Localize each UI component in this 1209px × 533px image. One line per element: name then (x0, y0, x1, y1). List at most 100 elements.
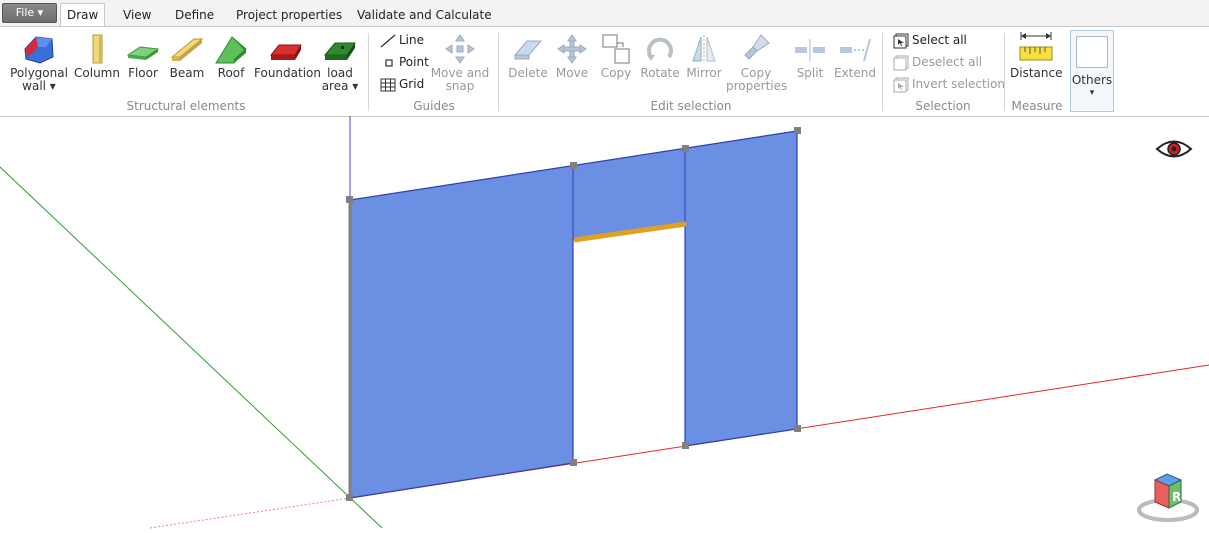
beam-button[interactable]: Beam (166, 33, 208, 80)
vertex-handle[interactable] (346, 494, 353, 501)
column-icon (92, 34, 103, 64)
move-label: Move (555, 66, 589, 80)
vertex-handle[interactable] (570, 162, 577, 169)
ruler-icon (1019, 32, 1053, 61)
y-axis-line (0, 166, 383, 529)
invert-selection-label: Invert selection (912, 77, 1006, 91)
load-area-label-2: area ▾ (321, 79, 359, 93)
deselect-all-icon (893, 55, 909, 70)
brush-icon (744, 34, 770, 60)
roof-label: Roof (217, 66, 245, 80)
line-button[interactable]: Line (379, 30, 424, 50)
point-button[interactable]: Point (381, 52, 429, 72)
structural-elements-group-label: Structural elements (126, 99, 246, 113)
grid-label: Grid (399, 77, 425, 91)
deselect-all-label: Deselect all (912, 55, 983, 69)
view-cube-face-label: R (1172, 490, 1181, 504)
separator (882, 33, 883, 111)
floor-label: Floor (128, 66, 158, 80)
move-and-snap-label-2: snap (445, 79, 475, 93)
polygonal-wall-icon (24, 36, 54, 64)
tab-draw[interactable]: Draw (60, 3, 106, 28)
copy-properties-label-2: properties (726, 79, 788, 93)
mirror-label: Mirror (686, 66, 722, 80)
polygonal-wall-label-2: wall ▾ (22, 79, 56, 93)
rotate-icon (647, 37, 673, 61)
separator (368, 33, 369, 111)
load-area-icon (323, 42, 356, 60)
separator (498, 33, 499, 111)
visibility-eye-icon[interactable] (1155, 136, 1193, 162)
load-area-button[interactable]: load area ▾ (320, 33, 360, 93)
beam-icon (170, 38, 204, 61)
tab-define[interactable]: Define (169, 4, 220, 26)
column-label: Column (74, 66, 120, 80)
others-dropdown-arrow: ▾ (1089, 88, 1095, 98)
vertex-handle[interactable] (570, 459, 577, 466)
select-all-label: Select all (912, 33, 967, 47)
vertex-handle[interactable] (346, 196, 353, 203)
eraser-icon (513, 40, 543, 60)
3d-viewport[interactable] (0, 116, 1209, 533)
file-menu-button[interactable]: File ▾ (2, 3, 57, 23)
move-button[interactable]: Move (552, 33, 592, 80)
floor-icon (126, 46, 160, 60)
point-icon (385, 58, 393, 67)
split-label: Split (796, 66, 824, 80)
roof-icon (215, 36, 247, 64)
move-and-snap-button[interactable]: Move and snap (430, 33, 490, 93)
split-button[interactable]: Split (790, 33, 830, 80)
vertex-handle[interactable] (794, 425, 801, 432)
extend-label: Extend (834, 66, 876, 80)
ribbon: Polygonal wall ▾ Column Floor Beam Roof (0, 26, 1209, 117)
vertex-handle[interactable] (682, 442, 689, 449)
line-icon (380, 34, 396, 47)
select-all-icon (893, 33, 909, 48)
mirror-icon (692, 35, 716, 63)
invert-selection-icon (893, 77, 909, 92)
invert-selection-button[interactable]: Invert selection (892, 74, 1005, 94)
mirror-button[interactable]: Mirror (684, 33, 724, 80)
others-label: Others (1071, 73, 1113, 87)
extend-icon (840, 38, 871, 62)
foundation-button[interactable]: Foundation (254, 33, 321, 80)
distance-label: Distance (1010, 66, 1063, 80)
foundation-label: Foundation (254, 66, 321, 80)
tab-view[interactable]: View (117, 4, 157, 26)
delete-label: Delete (508, 66, 548, 80)
floor-button[interactable]: Floor (123, 33, 163, 80)
move-and-snap-icon (445, 34, 475, 64)
vertex-handle[interactable] (682, 145, 689, 152)
copy-label: Copy (600, 66, 632, 80)
tab-validate-and-calculate[interactable]: Validate and Calculate (351, 4, 498, 26)
measure-group-label: Measure (1011, 99, 1063, 113)
vertex-handle[interactable] (794, 127, 801, 134)
select-all-button[interactable]: Select all (892, 30, 967, 50)
delete-button[interactable]: Delete (508, 33, 548, 80)
roof-button[interactable]: Roof (211, 33, 251, 80)
polygonal-wall-button[interactable]: Polygonal wall ▾ (8, 33, 70, 93)
distance-button[interactable]: Distance (1010, 31, 1062, 80)
foundation-icon (269, 44, 302, 60)
move-icon (557, 34, 587, 64)
copy-icon (602, 34, 630, 64)
selection-group-label: Selection (915, 99, 971, 113)
column-button[interactable]: Column (73, 33, 121, 80)
edit-selection-group-label: Edit selection (650, 99, 732, 113)
extend-button[interactable]: Extend (834, 33, 876, 80)
beam-label: Beam (169, 66, 205, 80)
others-placeholder-icon (1076, 36, 1108, 68)
grid-button[interactable]: Grid (379, 74, 424, 94)
guides-group-label: Guides (413, 99, 455, 113)
tab-bar: File ▾ Draw View Define Project properti… (0, 0, 1209, 28)
deselect-all-button[interactable]: Deselect all (892, 52, 982, 72)
line-label: Line (399, 33, 425, 47)
others-button[interactable]: Others ▾ (1070, 30, 1114, 112)
split-icon (795, 39, 825, 61)
rotate-label: Rotate (640, 66, 680, 80)
copy-properties-button[interactable]: Copy properties (726, 33, 788, 93)
copy-button[interactable]: Copy (596, 33, 636, 80)
tab-project-properties[interactable]: Project properties (230, 4, 348, 26)
rotate-button[interactable]: Rotate (640, 33, 680, 80)
view-cube[interactable]: R (1133, 468, 1199, 524)
